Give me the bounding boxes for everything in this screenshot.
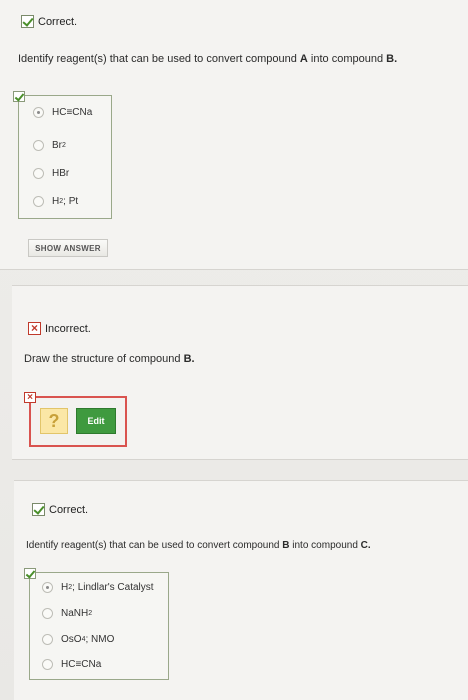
status-correct-3: Correct. <box>32 503 88 516</box>
choice-option[interactable]: OsO 4; NMO <box>42 634 114 645</box>
status-correct-1: Correct. <box>21 15 77 28</box>
edit-button[interactable]: Edit <box>76 408 116 434</box>
question-prompt-3: Identify reagent(s) that can be used to … <box>26 540 371 551</box>
choice-option[interactable]: Br 2 <box>33 140 66 151</box>
choice-option[interactable]: NaNH 2 <box>42 608 92 619</box>
choice-option[interactable]: HBr <box>33 168 69 179</box>
radio-icon[interactable] <box>42 659 53 670</box>
radio-selected-icon[interactable] <box>42 582 53 593</box>
choice-group-3: H 2; Lindlar's Catalyst NaNH 2 OsO 4; NMO H… <box>24 568 169 680</box>
choice-option[interactable]: H 2; Pt <box>33 196 78 207</box>
check-icon <box>32 503 45 516</box>
status-label: Correct. <box>38 15 78 28</box>
question-prompt-1: Identify reagent(s) that can be used to … <box>18 53 398 65</box>
status-label: Incorrect. <box>45 322 91 335</box>
question-prompt-2: Draw the structure of compound B. <box>24 353 195 365</box>
radio-icon[interactable] <box>42 608 53 619</box>
status-incorrect-2: × Incorrect. <box>28 322 91 335</box>
radio-selected-icon[interactable] <box>33 107 44 118</box>
x-icon: × <box>28 322 41 335</box>
choice-option[interactable]: HC≡CNa <box>42 659 101 670</box>
check-icon <box>21 15 34 28</box>
status-label: Correct. <box>49 503 89 516</box>
choice-option[interactable]: HC≡CNa <box>33 107 92 118</box>
check-icon <box>24 568 36 579</box>
question-panel-3: Correct. Identify reagent(s) that can be… <box>14 480 468 700</box>
show-answer-button[interactable]: SHOW ANSWER <box>28 239 108 257</box>
x-icon: × <box>24 392 36 403</box>
radio-icon[interactable] <box>33 140 44 151</box>
question-panel-1: Correct. Identify reagent(s) that can be… <box>0 0 468 270</box>
radio-icon[interactable] <box>33 196 44 207</box>
structure-answer-box: × ? Edit <box>24 392 127 447</box>
page-background: Correct. Identify reagent(s) that can be… <box>0 0 468 700</box>
radio-icon[interactable] <box>33 168 44 179</box>
question-panel-2: × Incorrect. Draw the structure of compo… <box>12 285 468 460</box>
check-icon <box>13 91 25 102</box>
radio-icon[interactable] <box>42 634 53 645</box>
choice-option[interactable]: H 2; Lindlar's Catalyst <box>42 582 154 593</box>
structure-placeholder-icon: ? <box>40 408 68 434</box>
choice-group-1: HC≡CNa Br 2 HBr H 2; Pt <box>13 91 112 219</box>
